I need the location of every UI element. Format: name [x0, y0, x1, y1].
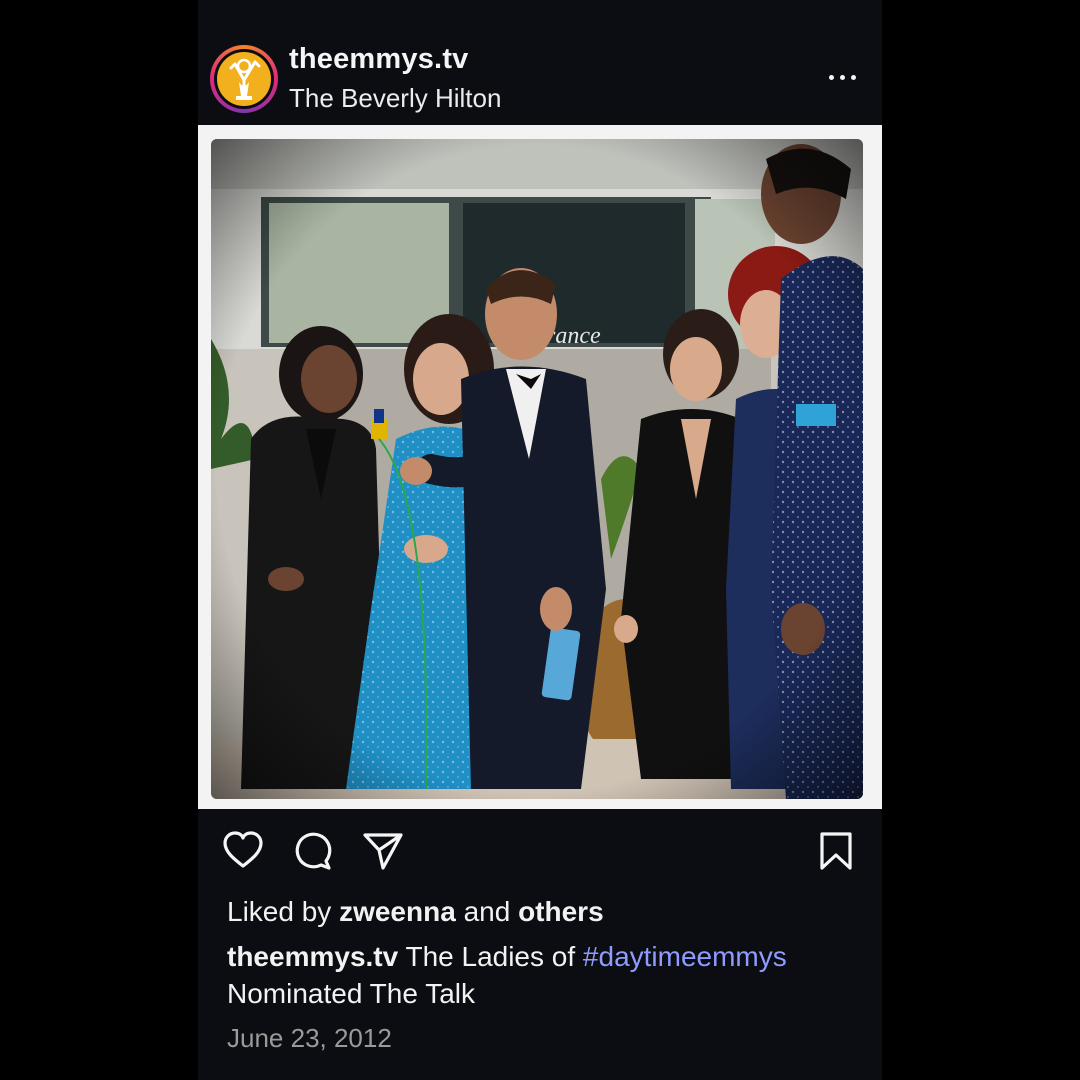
comment-icon[interactable] [293, 831, 333, 876]
likes-prefix: Liked by [227, 896, 332, 927]
post-location[interactable]: The Beverly Hilton [289, 83, 501, 114]
share-icon[interactable] [362, 831, 404, 876]
more-dots-icon[interactable] [828, 62, 858, 92]
emmy-statuette-icon [217, 52, 271, 106]
instagram-post: theemmys.tv The Beverly Hilton rance [198, 0, 882, 1080]
likes-others-link[interactable]: others [518, 896, 604, 927]
caption-text: The Ladies of [405, 941, 576, 972]
likes-joiner: and [463, 896, 511, 927]
photo-frame: rance [211, 139, 863, 799]
liked-by-user[interactable]: zweenna [339, 896, 456, 927]
post-caption: theemmys.tv The Ladies of #daytimeemmys … [227, 938, 867, 1012]
avatar[interactable] [210, 45, 278, 113]
caption-username[interactable]: theemmys.tv [227, 941, 398, 972]
heart-icon[interactable] [222, 830, 264, 875]
caption-text-2: Nominated The Talk [227, 978, 475, 1009]
likes-line: Liked by zweenna and others [227, 896, 604, 928]
post-username[interactable]: theemmys.tv [289, 43, 469, 76]
photo-illustration: rance [211, 139, 863, 799]
post-photo[interactable]: rance [198, 125, 882, 809]
bookmark-icon[interactable] [818, 831, 854, 876]
post-date: June 23, 2012 [227, 1023, 392, 1053]
caption-hashtag[interactable]: #daytimeemmys [583, 941, 787, 972]
